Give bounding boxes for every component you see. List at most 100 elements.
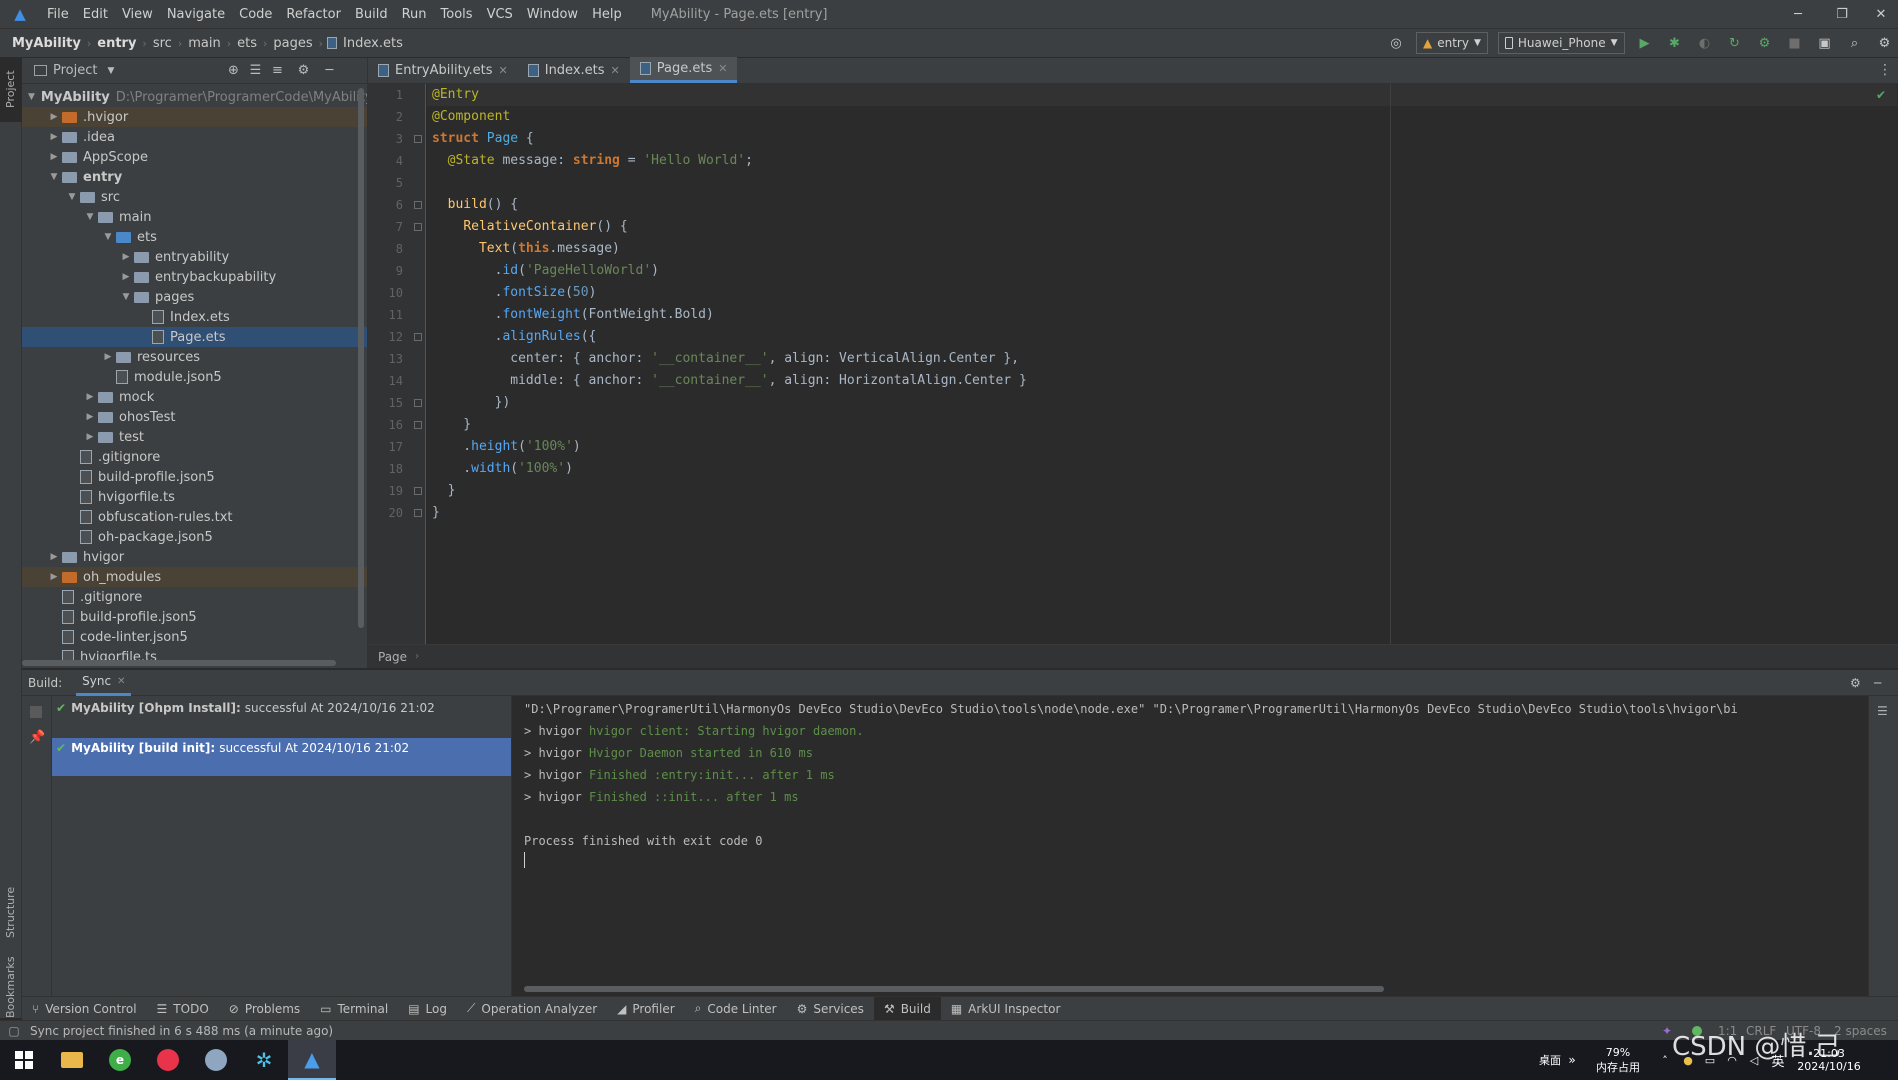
tool-window-build[interactable]: ⚒ Build — [873, 996, 941, 1021]
editor-tab[interactable]: Index.ets ✕ — [518, 57, 630, 83]
layout-icon[interactable]: ▢ — [0, 1024, 28, 1038]
tree-folder-item[interactable]: ▼ entry — [22, 167, 367, 187]
tree-file-item[interactable]: build-profile.json5 — [22, 607, 367, 627]
console-hscrollbar[interactable] — [524, 986, 1384, 992]
run-config-select[interactable]: ▲ entry ▼ — [1416, 32, 1488, 54]
chevron-right-icon[interactable]: ▶ — [46, 132, 62, 142]
status-message[interactable]: Sync project finished in 6 s 488 ms (a m… — [30, 1024, 333, 1038]
chevron-right-icon[interactable]: ▶ — [118, 252, 134, 262]
fold-marker-icon[interactable] — [414, 399, 422, 407]
breadcrumb-item[interactable]: pages — [271, 36, 314, 51]
pin-icon[interactable]: 📌 — [29, 730, 45, 745]
tree-file-item[interactable]: Page.ets — [22, 327, 367, 347]
device-select[interactable]: Huawei_Phone ▼ — [1497, 32, 1625, 54]
project-header-label[interactable]: Project — [53, 63, 97, 78]
build-tree-item[interactable]: ✔ MyAbility [Ohpm Install]: successful At … — [52, 698, 511, 718]
memory-widget[interactable]: 79% 内存占用 — [1588, 1040, 1648, 1080]
tree-folder-item[interactable]: ▶ resources — [22, 347, 367, 367]
chevron-down-icon[interactable]: ▼ — [82, 212, 98, 222]
tree-file-item[interactable]: Index.ets — [22, 307, 367, 327]
tool-window-problems[interactable]: ⊘ Problems — [219, 997, 310, 1021]
chevron-down-icon[interactable]: ▼ — [118, 292, 134, 302]
close-icon[interactable]: ✕ — [1864, 0, 1898, 28]
chevron-right-icon[interactable]: ▶ — [82, 392, 98, 402]
code-editor[interactable]: 1 2 3 4 5 6 7 8 9 10 11 12 13 14 15 16 17 18 19 20 @Entry @C… — [368, 84, 1898, 644]
stop-icon[interactable]: ■ — [1785, 32, 1805, 54]
chevron-right-icon[interactable]: ▶ — [100, 352, 116, 362]
editor-tab[interactable]: EntryAbility.ets ✕ — [368, 57, 518, 83]
target-icon[interactable]: ◎ — [1386, 32, 1406, 54]
browser-icon[interactable]: e — [96, 1040, 144, 1080]
menu-view[interactable]: View — [115, 7, 160, 22]
chevron-down-icon[interactable]: ▼ — [100, 232, 116, 242]
breadcrumb-item[interactable]: Index.ets — [341, 36, 405, 51]
tree-file-item[interactable]: build-profile.json5 — [22, 467, 367, 487]
minimize-icon[interactable]: ─ — [1776, 0, 1820, 28]
deveco-studio-taskbar-icon[interactable]: ▲ — [288, 1040, 336, 1080]
tree-folder-item[interactable]: ▼ MyAbility D:\Programer\ProgramerCode\MyA… — [22, 87, 367, 107]
tree-folder-item[interactable]: ▶ .idea — [22, 127, 367, 147]
tree-file-item[interactable]: obfuscation-rules.txt — [22, 507, 367, 527]
tree-folder-item[interactable]: ▼ pages — [22, 287, 367, 307]
chevron-right-icon[interactable]: ▶ — [46, 112, 62, 122]
tree-folder-item[interactable]: ▶ test — [22, 427, 367, 447]
hide-panel-icon[interactable]: ─ — [1874, 676, 1881, 690]
fold-marker-icon[interactable] — [414, 201, 422, 209]
more-tabs-icon[interactable]: ⋮ — [1878, 62, 1892, 78]
device-manager-icon[interactable]: ▣ — [1815, 32, 1835, 54]
profile-icon[interactable]: ◐ — [1695, 32, 1715, 54]
tool-window-code-linter[interactable]: ⌕ Code Linter — [685, 997, 787, 1021]
file-explorer-icon[interactable] — [48, 1040, 96, 1080]
media-app-icon[interactable] — [144, 1040, 192, 1080]
fold-marker-icon[interactable] — [414, 421, 422, 429]
breadcrumb-item[interactable]: entry — [95, 36, 138, 51]
menu-navigate[interactable]: Navigate — [160, 7, 232, 22]
locate-icon[interactable]: ⊕ — [222, 63, 244, 78]
hide-panel-icon[interactable]: ─ — [318, 63, 340, 78]
tree-folder-item[interactable]: ▶ AppScope — [22, 147, 367, 167]
tree-folder-item[interactable]: ▶ ohosTest — [22, 407, 367, 427]
menu-help[interactable]: Help — [585, 7, 629, 22]
build-tree-item[interactable]: ✔ MyAbility [build init]: successful At 20… — [52, 738, 511, 776]
chevron-down-icon[interactable]: ▼ — [64, 192, 80, 202]
close-tab-icon[interactable]: ✕ — [499, 64, 508, 77]
menu-file[interactable]: File — [40, 7, 76, 22]
menu-vcs[interactable]: VCS — [480, 7, 520, 22]
network-app-icon[interactable]: ✲ — [240, 1040, 288, 1080]
fold-marker-icon[interactable] — [414, 135, 422, 143]
tree-folder-item[interactable]: ▶ .hvigor — [22, 107, 367, 127]
tree-file-item[interactable]: oh-package.json5 — [22, 527, 367, 547]
options-gear-icon[interactable]: ⚙ — [288, 63, 318, 78]
chevron-down-icon[interactable]: ▼ — [28, 92, 35, 102]
stop-build-icon[interactable] — [30, 706, 42, 718]
close-tab-icon[interactable]: ✕ — [611, 64, 620, 77]
tree-folder-item[interactable]: ▶ entrybackupability — [22, 267, 367, 287]
tool-window-arkui-inspector[interactable]: ▦ ArkUI Inspector — [941, 997, 1071, 1021]
editor-breadcrumb-item[interactable]: Page — [378, 650, 407, 664]
menu-build[interactable]: Build — [348, 7, 395, 22]
debug-icon[interactable]: ✱ — [1665, 32, 1685, 54]
tool-window-operation-analyzer[interactable]: ⟋ Operation Analyzer — [457, 997, 607, 1021]
chevron-right-icon[interactable]: ▶ — [46, 572, 62, 582]
bookmarks-tool-tab[interactable]: Bookmarks — [4, 957, 17, 1018]
chevron-right-icon[interactable]: ▶ — [46, 552, 62, 562]
menu-window[interactable]: Window — [520, 7, 585, 22]
tool-window-profiler[interactable]: ◢ Profiler — [607, 997, 684, 1021]
expand-all-icon[interactable]: ☰ — [244, 63, 266, 78]
editor-tab[interactable]: Page.ets ✕ — [629, 57, 738, 83]
plugin-icon[interactable]: ✦ — [1662, 1024, 1672, 1038]
chevron-right-icon[interactable]: ▶ — [46, 152, 62, 162]
tree-scrollbar[interactable] — [358, 88, 364, 628]
restore-icon[interactable]: ❐ — [1820, 0, 1864, 28]
menu-run[interactable]: Run — [395, 7, 434, 22]
project-tool-tab[interactable]: Project — [4, 70, 17, 108]
tree-file-item[interactable]: module.json5 — [22, 367, 367, 387]
menu-refactor[interactable]: Refactor — [279, 7, 348, 22]
settings-gear-icon[interactable]: ⚙ — [1875, 32, 1895, 54]
build-console[interactable]: "D:\Programer\ProgramerUtil\HarmonyOs De… — [512, 696, 1868, 996]
close-tab-icon[interactable]: ✕ — [718, 62, 727, 75]
breadcrumb-item[interactable]: src — [151, 36, 174, 51]
tree-file-item[interactable]: code-linter.json5 — [22, 627, 367, 647]
feather-app-icon[interactable] — [192, 1040, 240, 1080]
windows-start-icon[interactable] — [0, 1040, 48, 1080]
